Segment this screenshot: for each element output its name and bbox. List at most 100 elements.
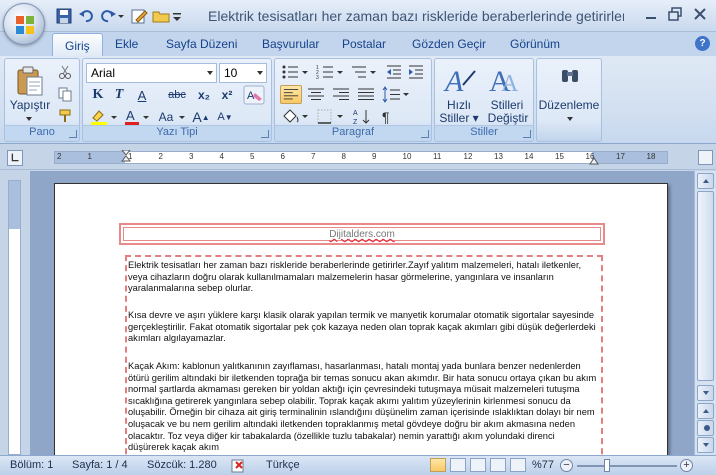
font-size-combo[interactable]: 10 [219, 63, 267, 83]
increase-indent-icon[interactable] [407, 63, 425, 81]
right-indent-marker-icon[interactable] [589, 157, 599, 165]
show-formatting-icon[interactable]: ¶ [377, 107, 399, 126]
bullets-icon[interactable] [280, 63, 310, 81]
highlight-color-icon[interactable] [89, 108, 119, 126]
indent-marker-icon[interactable] [121, 150, 131, 165]
bold-button[interactable]: K [89, 86, 107, 104]
tab-view[interactable]: Görünüm [510, 37, 560, 51]
scroll-up-button[interactable] [697, 173, 714, 189]
status-section[interactable]: Bölüm: 1 [10, 459, 53, 471]
vertical-scrollbar[interactable] [694, 171, 716, 455]
office-button[interactable] [3, 3, 45, 45]
paste-icon[interactable] [15, 65, 45, 97]
quick-styles-label-2[interactable]: Stiller ▾ [437, 112, 481, 125]
editing-dropdown-icon[interactable] [565, 115, 575, 123]
scroll-thumb[interactable] [697, 191, 714, 381]
line-spacing-icon[interactable] [381, 85, 411, 104]
web-layout-button[interactable] [470, 458, 486, 472]
restore-icon[interactable] [666, 5, 684, 23]
draft-button[interactable] [510, 458, 526, 472]
change-case-dropdown-icon[interactable] [177, 108, 187, 126]
zoom-slider-thumb[interactable] [604, 459, 610, 472]
font-name-combo[interactable]: Arial [86, 63, 217, 83]
format-painter-icon[interactable] [57, 108, 73, 124]
tab-mailings[interactable]: Postalar [342, 37, 386, 51]
binoculars-icon[interactable] [559, 65, 581, 87]
document-page[interactable]: Dijitalders.com Elektrik tesisatları her… [54, 183, 668, 455]
align-center-icon[interactable] [305, 85, 327, 104]
ruler-strip[interactable]: 2 1 1 2 3 4 5 6 7 8 9 10 11 12 13 14 15 16 17 18 [54, 150, 668, 165]
font-launcher-icon[interactable] [261, 130, 269, 138]
status-page[interactable]: Sayfa: 1 / 4 [72, 459, 128, 471]
open-folder-icon[interactable] [152, 7, 170, 25]
paragraph-launcher-icon[interactable] [421, 130, 429, 138]
zoom-level[interactable]: %77 [532, 459, 554, 471]
italic-button[interactable]: T [110, 86, 128, 104]
numbering-icon[interactable]: 123 [315, 63, 345, 81]
subscript-button[interactable]: x₂ [194, 86, 214, 104]
grow-font-button[interactable]: A ▲ [191, 108, 211, 126]
edit-form-icon[interactable] [130, 7, 148, 25]
align-right-icon[interactable] [330, 85, 352, 104]
view-ruler-icon[interactable] [698, 150, 713, 165]
styles-launcher-icon[interactable] [523, 130, 531, 138]
paste-dropdown-icon[interactable] [24, 115, 34, 123]
superscript-button[interactable]: x² [217, 86, 237, 104]
paragraph-1[interactable]: Elektrik tesisatları her zaman bazı risk… [128, 260, 598, 295]
copy-icon[interactable] [57, 86, 73, 102]
page-header[interactable]: Dijitalders.com [119, 223, 605, 245]
quick-styles-icon[interactable]: A [441, 63, 477, 97]
proofing-icon[interactable] [230, 458, 248, 474]
zoom-slider[interactable] [577, 465, 677, 467]
status-language[interactable]: Türkçe [266, 459, 300, 471]
full-screen-reading-button[interactable] [450, 458, 466, 472]
tab-insert[interactable]: Ekle [115, 37, 138, 51]
undo-icon[interactable] [78, 7, 96, 25]
zoom-in-icon[interactable]: + [680, 459, 693, 472]
next-page-button[interactable] [697, 437, 714, 453]
close-icon[interactable] [691, 5, 709, 23]
font-name-dropdown-icon[interactable] [207, 71, 213, 75]
tab-home[interactable]: Giriş [52, 33, 103, 57]
minimize-icon[interactable] [642, 5, 660, 23]
status-words[interactable]: Sözcük: 1.280 [147, 459, 217, 471]
outline-button[interactable] [490, 458, 506, 472]
browse-object-button[interactable] [697, 420, 714, 436]
decrease-indent-icon[interactable] [385, 63, 403, 81]
previous-page-button[interactable] [697, 403, 714, 419]
tab-page-layout[interactable]: Sayfa Düzeni [166, 37, 237, 51]
justify-icon[interactable] [355, 85, 377, 104]
borders-icon[interactable] [315, 107, 345, 126]
paste-label[interactable]: Yapıştır [8, 99, 52, 112]
save-icon[interactable] [55, 7, 73, 25]
strikethrough-button[interactable]: abc [165, 86, 189, 104]
change-styles-text: Değiştir [487, 111, 529, 125]
cut-icon[interactable] [57, 64, 73, 80]
editing-label[interactable]: Düzenleme [537, 99, 601, 112]
underline-button[interactable]: A [133, 86, 151, 104]
customize-qat-icon[interactable] [171, 7, 183, 25]
sort-icon[interactable]: AZ [351, 107, 373, 126]
clipboard-launcher-icon[interactable] [69, 130, 77, 138]
help-icon[interactable]: ? [695, 36, 710, 51]
align-left-icon[interactable] [280, 85, 302, 104]
shrink-font-button[interactable]: A ▼ [215, 108, 235, 126]
redo-dropdown-icon[interactable] [116, 7, 126, 25]
scroll-down-button[interactable] [697, 385, 714, 401]
change-case-button[interactable]: Aa [155, 108, 177, 126]
clear-formatting-icon[interactable]: A [243, 85, 265, 105]
change-styles-icon[interactable]: A A [487, 63, 523, 97]
multilevel-list-icon[interactable] [350, 63, 380, 81]
paragraph-2[interactable]: Kısa devre ve aşırı yüklere karşı klasik… [128, 310, 598, 345]
tab-review[interactable]: Gözden Geçir [412, 37, 486, 51]
zoom-out-icon[interactable]: − [560, 459, 573, 472]
header-link[interactable]: Dijitalders.com [329, 229, 395, 240]
font-size-dropdown-icon[interactable] [257, 71, 263, 75]
font-color-icon[interactable]: A [123, 108, 151, 126]
paragraph-3[interactable]: Kaçak Akım: kablonun yalıtkanının zayıfl… [128, 361, 598, 454]
document-area[interactable]: Dijitalders.com Elektrik tesisatları her… [30, 171, 694, 455]
print-layout-button[interactable] [430, 458, 446, 472]
shading-icon[interactable] [280, 107, 310, 126]
tab-references[interactable]: Başvurular [262, 37, 319, 51]
tab-selector[interactable] [7, 150, 23, 166]
